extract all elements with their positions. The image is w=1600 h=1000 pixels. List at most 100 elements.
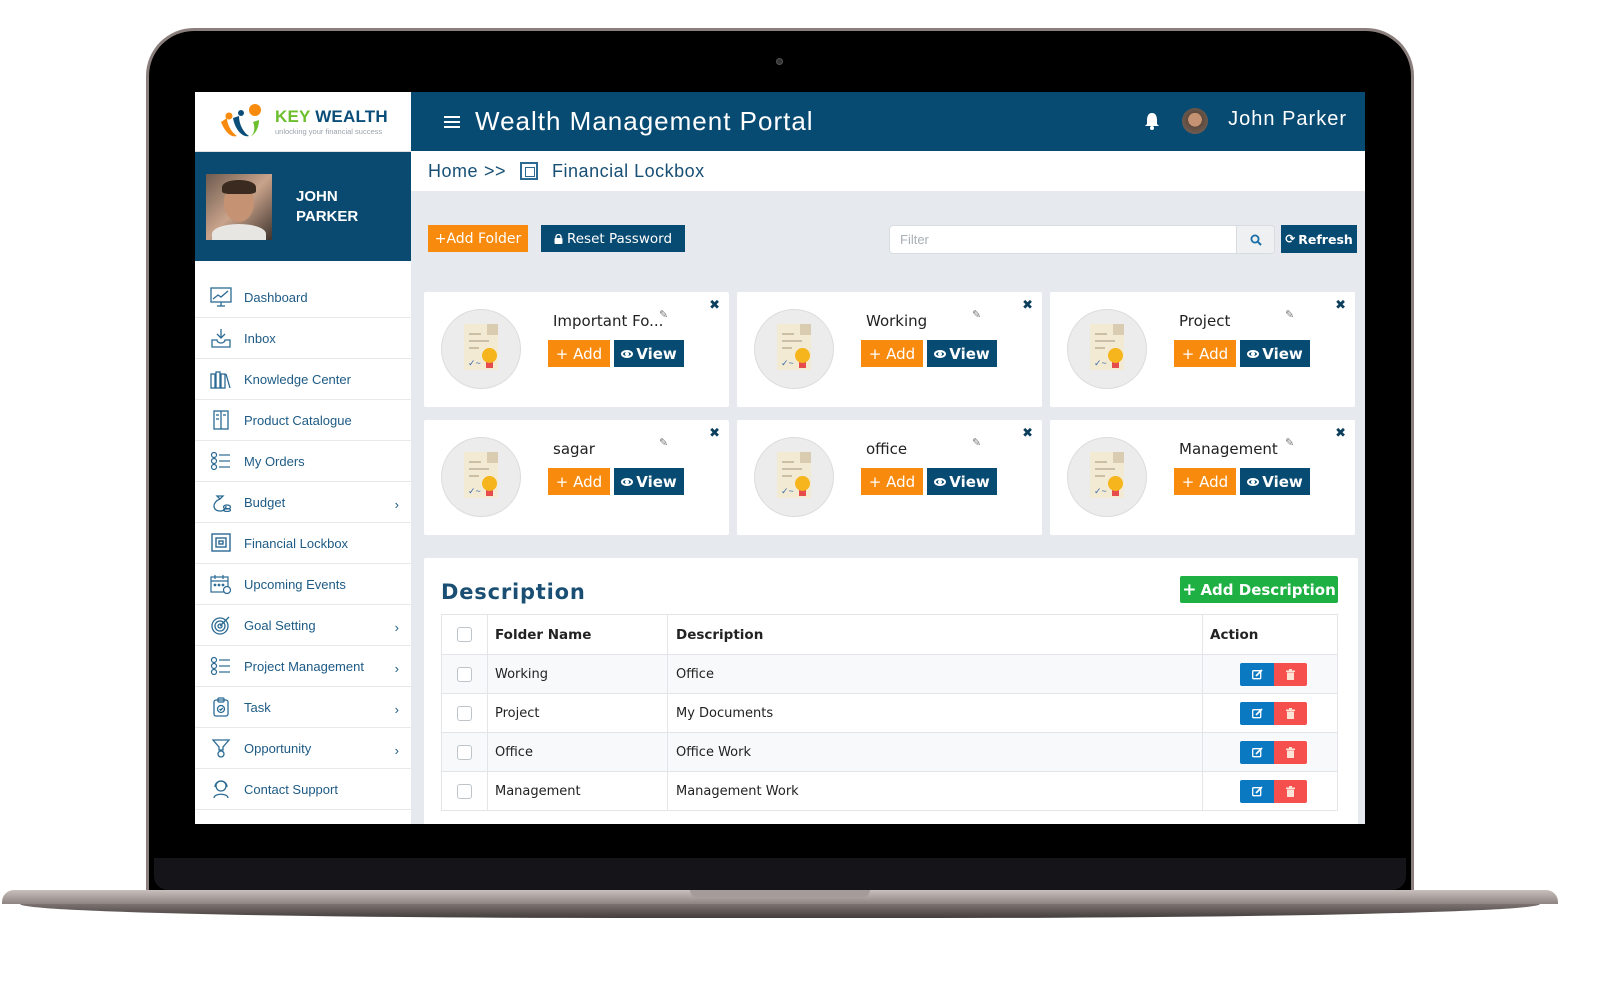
sidebar-item-label: Dashboard bbox=[244, 289, 308, 305]
column-header-description[interactable]: Description bbox=[667, 614, 1203, 655]
folder-view-button[interactable]: View bbox=[614, 340, 684, 367]
row-checkbox[interactable] bbox=[457, 666, 472, 682]
delete-button[interactable] bbox=[1274, 779, 1307, 803]
select-all-checkbox[interactable] bbox=[457, 627, 472, 642]
folder-thumbnail[interactable]: ✓~ bbox=[441, 437, 521, 517]
row-checkbox[interactable] bbox=[457, 705, 472, 721]
edit-button[interactable] bbox=[1240, 740, 1274, 764]
sidebar-nav: Dashboard Inbox Knowledge Center Product… bbox=[195, 277, 411, 810]
sidebar-item-opportunity[interactable]: Opportunity › bbox=[195, 728, 411, 769]
folder-view-button[interactable]: View bbox=[927, 468, 997, 495]
sidebar-item-my-orders[interactable]: My Orders bbox=[195, 441, 411, 482]
certificate-icon: ✓~ bbox=[777, 452, 811, 498]
folder-view-button[interactable]: View bbox=[927, 340, 997, 367]
close-icon[interactable]: ✖ bbox=[1022, 297, 1033, 313]
folder-card: ✓~ Management ✎ ✖ + Add View bbox=[1050, 420, 1355, 535]
edit-button[interactable] bbox=[1240, 779, 1274, 803]
sidebar-item-project-management[interactable]: Project Management › bbox=[195, 646, 411, 687]
reset-password-button[interactable]: Reset Password bbox=[541, 225, 685, 252]
description-cell: Office Work bbox=[667, 732, 1203, 772]
filter-input[interactable] bbox=[890, 226, 1236, 253]
pencil-icon[interactable]: ✎ bbox=[972, 308, 981, 321]
sidebar-item-label: Knowledge Center bbox=[244, 371, 351, 387]
pencil-icon[interactable]: ✎ bbox=[1285, 308, 1294, 321]
sidebar-item-knowledge-center[interactable]: Knowledge Center bbox=[195, 359, 411, 400]
folder-name: Project bbox=[1179, 312, 1231, 330]
folder-name-cell: Project bbox=[487, 693, 668, 733]
sidebar-item-contact-support[interactable]: Contact Support bbox=[195, 769, 411, 810]
folder-thumbnail[interactable]: ✓~ bbox=[441, 309, 521, 389]
sidebar-item-upcoming-events[interactable]: Upcoming Events bbox=[195, 564, 411, 605]
reset-password-label: Reset Password bbox=[566, 230, 673, 247]
delete-button[interactable] bbox=[1274, 740, 1307, 764]
description-cell: Office bbox=[667, 654, 1203, 694]
pencil-icon[interactable]: ✎ bbox=[659, 308, 668, 321]
close-icon[interactable]: ✖ bbox=[709, 297, 720, 313]
chevron-right-icon[interactable]: › bbox=[395, 497, 399, 512]
folder-add-button[interactable]: + Add bbox=[548, 340, 610, 367]
close-icon[interactable]: ✖ bbox=[1022, 425, 1033, 441]
chevron-right-icon[interactable]: › bbox=[395, 743, 399, 758]
checklist-icon bbox=[209, 655, 233, 677]
folder-thumbnail[interactable]: ✓~ bbox=[754, 437, 834, 517]
description-cell: My Documents bbox=[667, 693, 1203, 733]
breadcrumb: Home >> Financial Lockbox bbox=[411, 151, 1365, 191]
row-checkbox[interactable] bbox=[457, 744, 472, 760]
sidebar-item-dashboard[interactable]: Dashboard bbox=[195, 277, 411, 318]
user-name[interactable]: John Parker bbox=[1228, 108, 1347, 131]
add-description-button[interactable]: + Add Description bbox=[1180, 576, 1338, 603]
eye-icon bbox=[621, 349, 634, 358]
folder-view-button[interactable]: View bbox=[614, 468, 684, 495]
user-avatar[interactable] bbox=[1182, 108, 1208, 134]
edit-button[interactable] bbox=[1240, 662, 1274, 686]
close-icon[interactable]: ✖ bbox=[1335, 425, 1346, 441]
menu-icon[interactable] bbox=[444, 115, 460, 128]
close-icon[interactable]: ✖ bbox=[709, 425, 720, 441]
profile-avatar[interactable] bbox=[206, 173, 272, 240]
column-header-action: Action bbox=[1202, 614, 1338, 655]
row-checkbox[interactable] bbox=[457, 783, 472, 799]
folder-thumbnail[interactable]: ✓~ bbox=[1067, 309, 1147, 389]
bell-icon[interactable] bbox=[1144, 112, 1160, 130]
safe-icon bbox=[209, 532, 233, 554]
refresh-button[interactable]: ⟳ Refresh bbox=[1281, 225, 1357, 253]
sidebar-item-goal-setting[interactable]: Goal Setting › bbox=[195, 605, 411, 646]
chevron-right-icon[interactable]: › bbox=[395, 702, 399, 717]
folder-add-button[interactable]: + Add bbox=[548, 468, 610, 495]
webcam bbox=[776, 58, 783, 65]
laptop-base-bottom bbox=[20, 904, 1540, 918]
search-button[interactable] bbox=[1236, 226, 1274, 253]
delete-button[interactable] bbox=[1274, 662, 1307, 686]
chevron-right-icon[interactable]: › bbox=[395, 661, 399, 676]
folder-add-button[interactable]: + Add bbox=[861, 468, 923, 495]
chevron-right-icon[interactable]: › bbox=[395, 620, 399, 635]
sidebar-item-label: Task bbox=[244, 699, 271, 715]
folder-thumbnail[interactable]: ✓~ bbox=[754, 309, 834, 389]
pencil-icon[interactable]: ✎ bbox=[659, 436, 668, 449]
folder-view-button[interactable]: View bbox=[1240, 340, 1310, 367]
search-icon bbox=[1250, 234, 1262, 246]
folder-add-button[interactable]: + Add bbox=[861, 340, 923, 367]
sidebar-item-product-catalogue[interactable]: Product Catalogue bbox=[195, 400, 411, 441]
delete-button[interactable] bbox=[1274, 701, 1307, 725]
sidebar-item-task[interactable]: Task › bbox=[195, 687, 411, 728]
row-select-cell bbox=[441, 732, 488, 772]
sidebar-item-budget[interactable]: Budget › bbox=[195, 482, 411, 523]
pencil-icon[interactable]: ✎ bbox=[1285, 436, 1294, 449]
sidebar-item-financial-lockbox[interactable]: Financial Lockbox bbox=[195, 523, 411, 564]
folder-view-button[interactable]: View bbox=[1240, 468, 1310, 495]
column-header-folder-name[interactable]: Folder Name bbox=[487, 614, 668, 655]
catalogue-icon bbox=[209, 409, 233, 431]
folder-add-button[interactable]: + Add bbox=[1174, 468, 1236, 495]
breadcrumb-home[interactable]: Home bbox=[428, 161, 478, 182]
close-icon[interactable]: ✖ bbox=[1335, 297, 1346, 313]
action-cell bbox=[1202, 654, 1338, 694]
folder-add-button[interactable]: + Add bbox=[1174, 340, 1236, 367]
add-folder-button[interactable]: +Add Folder bbox=[428, 225, 528, 252]
folder-thumbnail[interactable]: ✓~ bbox=[1067, 437, 1147, 517]
sidebar: KEY WEALTH unlocking your financial succ… bbox=[195, 92, 411, 824]
pencil-icon[interactable]: ✎ bbox=[972, 436, 981, 449]
edit-button[interactable] bbox=[1240, 701, 1274, 725]
brand-logo[interactable]: KEY WEALTH unlocking your financial succ… bbox=[195, 92, 411, 152]
sidebar-item-inbox[interactable]: Inbox bbox=[195, 318, 411, 359]
